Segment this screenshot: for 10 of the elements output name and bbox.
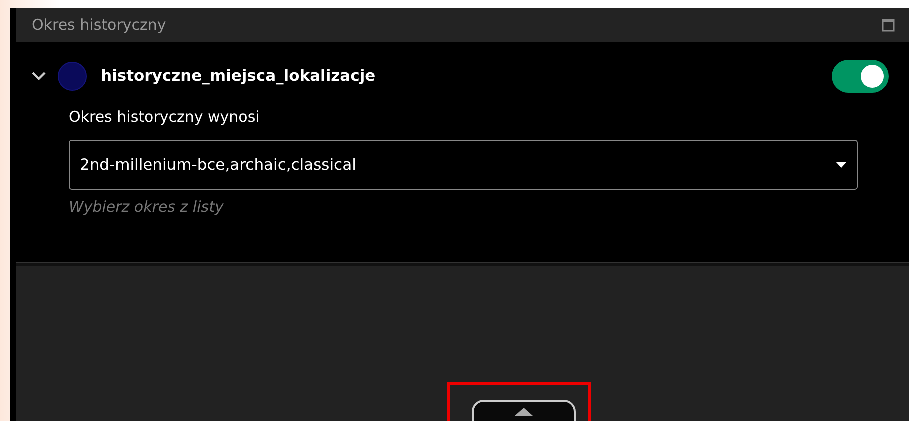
- dropdown-caret-icon: [836, 162, 847, 168]
- layer-name: historyczne_miejsca_lokalizacje: [101, 67, 377, 85]
- period-dropdown[interactable]: 2nd-millenium-bce,archaic,classical: [69, 140, 858, 190]
- panel-title: Okres historyczny: [32, 16, 166, 34]
- chevron-icon[interactable]: [32, 71, 46, 81]
- filter-label: Okres historyczny wynosi: [69, 108, 261, 126]
- caret-up-icon: [515, 408, 533, 416]
- maximize-icon[interactable]: [882, 18, 895, 32]
- hint-text: Wybierz okres z listy: [69, 198, 225, 216]
- visibility-toggle[interactable]: [832, 60, 889, 92]
